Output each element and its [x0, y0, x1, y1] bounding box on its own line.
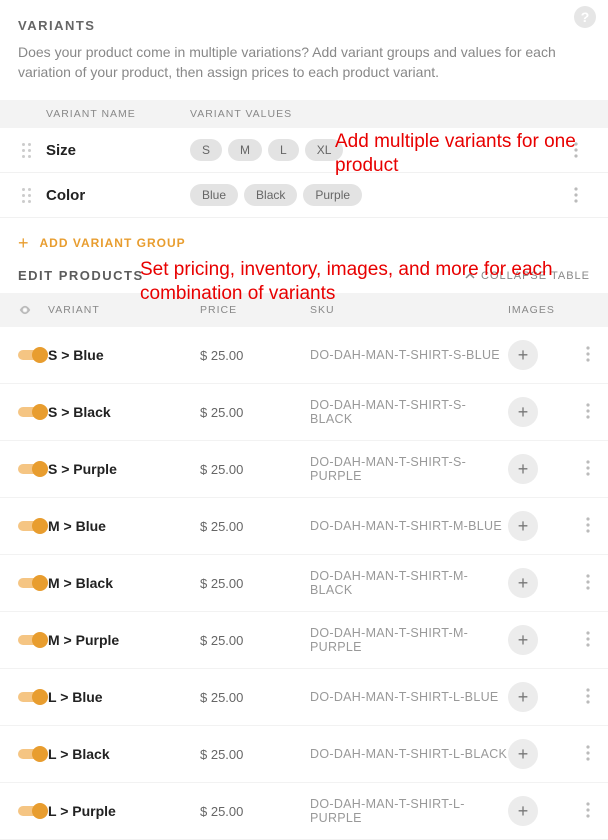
product-variant-label: S > Blue	[48, 347, 200, 363]
variant-value-pill[interactable]: Blue	[190, 184, 238, 206]
product-variant-label: M > Blue	[48, 518, 200, 534]
product-price[interactable]: $ 25.00	[200, 804, 310, 819]
add-image-button[interactable]: +	[508, 454, 538, 484]
visibility-toggle[interactable]	[18, 746, 44, 762]
add-variant-group-button[interactable]: + ADD VARIANT GROUP	[0, 218, 608, 268]
section-title: VARIANTS	[18, 18, 590, 33]
product-row: S > Black $ 25.00 DO-DAH-MAN-T-SHIRT-S-B…	[0, 384, 608, 441]
section-description: Does your product come in multiple varia…	[18, 43, 590, 82]
column-sku: SKU	[310, 304, 508, 316]
variant-value-pill[interactable]: L	[268, 139, 299, 161]
product-price[interactable]: $ 25.00	[200, 747, 310, 762]
column-variant: VARIANT	[48, 304, 200, 316]
add-image-button[interactable]: +	[508, 682, 538, 712]
product-variant-label: S > Purple	[48, 461, 200, 477]
variant-group-row: Color Blue Black Purple	[0, 173, 608, 218]
products-header: VARIANT PRICE SKU IMAGES	[0, 293, 608, 327]
collapse-table-button[interactable]: COLLAPSE TABLE	[465, 270, 590, 282]
product-row: M > Black $ 25.00 DO-DAH-MAN-T-SHIRT-M-B…	[0, 555, 608, 612]
product-row: S > Blue $ 25.00 DO-DAH-MAN-T-SHIRT-S-BL…	[0, 327, 608, 384]
variant-row-menu-icon[interactable]	[574, 142, 590, 158]
variant-value-pill[interactable]: M	[228, 139, 262, 161]
visibility-toggle[interactable]	[18, 803, 44, 819]
product-variant-label: L > Black	[48, 746, 200, 762]
product-row: M > Blue $ 25.00 DO-DAH-MAN-T-SHIRT-M-BL…	[0, 498, 608, 555]
variant-group-name[interactable]: Size	[46, 142, 190, 159]
column-images: IMAGES	[508, 304, 568, 316]
add-image-button[interactable]: +	[508, 340, 538, 370]
product-row: L > Black $ 25.00 DO-DAH-MAN-T-SHIRT-L-B…	[0, 726, 608, 783]
product-row: L > Purple $ 25.00 DO-DAH-MAN-T-SHIRT-L-…	[0, 783, 608, 840]
product-sku[interactable]: DO-DAH-MAN-T-SHIRT-M-PURPLE	[310, 626, 508, 654]
product-row-menu-icon[interactable]	[568, 460, 590, 479]
product-row-menu-icon[interactable]	[568, 574, 590, 593]
product-row-menu-icon[interactable]	[568, 631, 590, 650]
variant-group-row: Size SML XL	[0, 128, 608, 173]
product-row-menu-icon[interactable]	[568, 346, 590, 365]
product-price[interactable]: $ 25.00	[200, 405, 310, 420]
product-sku[interactable]: DO-DAH-MAN-T-SHIRT-S-BLACK	[310, 398, 508, 426]
visibility-column-icon	[18, 303, 48, 317]
add-image-button[interactable]: +	[508, 796, 538, 826]
variant-values: SML XL	[190, 139, 574, 161]
visibility-toggle[interactable]	[18, 347, 44, 363]
column-price: PRICE	[200, 304, 310, 316]
product-row: L > Blue $ 25.00 DO-DAH-MAN-T-SHIRT-L-BL…	[0, 669, 608, 726]
plus-icon: +	[18, 234, 30, 252]
header-variant-name: VARIANT NAME	[18, 108, 190, 120]
help-icon[interactable]: ?	[574, 6, 596, 28]
product-sku[interactable]: DO-DAH-MAN-T-SHIRT-L-PURPLE	[310, 797, 508, 825]
drag-handle-icon[interactable]	[18, 183, 34, 207]
header-variant-values: VARIANT VALUES	[190, 108, 590, 120]
add-image-button[interactable]: +	[508, 511, 538, 541]
product-row-menu-icon[interactable]	[568, 403, 590, 422]
product-variant-label: L > Purple	[48, 803, 200, 819]
add-image-button[interactable]: +	[508, 568, 538, 598]
product-sku[interactable]: DO-DAH-MAN-T-SHIRT-L-BLACK	[310, 747, 508, 761]
edit-products-title: EDIT PRODUCTS	[18, 268, 144, 283]
product-price[interactable]: $ 25.00	[200, 519, 310, 534]
variant-group-name[interactable]: Color	[46, 187, 190, 204]
product-price[interactable]: $ 25.00	[200, 576, 310, 591]
product-row-menu-icon[interactable]	[568, 802, 590, 821]
product-sku[interactable]: DO-DAH-MAN-T-SHIRT-M-BLUE	[310, 519, 508, 533]
product-variant-label: L > Blue	[48, 689, 200, 705]
visibility-toggle[interactable]	[18, 518, 44, 534]
product-price[interactable]: $ 25.00	[200, 633, 310, 648]
product-sku[interactable]: DO-DAH-MAN-T-SHIRT-S-PURPLE	[310, 455, 508, 483]
variant-value-pill[interactable]: S	[190, 139, 222, 161]
visibility-toggle[interactable]	[18, 404, 44, 420]
product-sku[interactable]: DO-DAH-MAN-T-SHIRT-M-BLACK	[310, 569, 508, 597]
product-variant-label: M > Black	[48, 575, 200, 591]
product-row: M > Purple $ 25.00 DO-DAH-MAN-T-SHIRT-M-…	[0, 612, 608, 669]
variant-groups-header: VARIANT NAME VARIANT VALUES	[0, 100, 608, 128]
add-variant-group-label: ADD VARIANT GROUP	[40, 236, 186, 250]
variant-row-menu-icon[interactable]	[574, 187, 590, 203]
product-price[interactable]: $ 25.00	[200, 462, 310, 477]
variant-value-pill[interactable]: Purple	[303, 184, 362, 206]
variant-value-pill[interactable]: XL	[305, 139, 344, 161]
product-price[interactable]: $ 25.00	[200, 690, 310, 705]
product-variant-label: S > Black	[48, 404, 200, 420]
visibility-toggle[interactable]	[18, 632, 44, 648]
product-sku[interactable]: DO-DAH-MAN-T-SHIRT-S-BLUE	[310, 348, 508, 362]
product-price[interactable]: $ 25.00	[200, 348, 310, 363]
drag-handle-icon[interactable]	[18, 138, 34, 162]
variant-values: Blue Black Purple	[190, 184, 574, 206]
product-row-menu-icon[interactable]	[568, 517, 590, 536]
product-variant-label: M > Purple	[48, 632, 200, 648]
add-image-button[interactable]: +	[508, 397, 538, 427]
visibility-toggle[interactable]	[18, 461, 44, 477]
chevron-up-icon	[465, 271, 475, 281]
product-row: S > Purple $ 25.00 DO-DAH-MAN-T-SHIRT-S-…	[0, 441, 608, 498]
visibility-toggle[interactable]	[18, 575, 44, 591]
add-image-button[interactable]: +	[508, 739, 538, 769]
product-sku[interactable]: DO-DAH-MAN-T-SHIRT-L-BLUE	[310, 690, 508, 704]
product-row-menu-icon[interactable]	[568, 688, 590, 707]
collapse-table-label: COLLAPSE TABLE	[481, 270, 590, 282]
add-image-button[interactable]: +	[508, 625, 538, 655]
visibility-toggle[interactable]	[18, 689, 44, 705]
variant-value-pill[interactable]: Black	[244, 184, 297, 206]
product-row-menu-icon[interactable]	[568, 745, 590, 764]
